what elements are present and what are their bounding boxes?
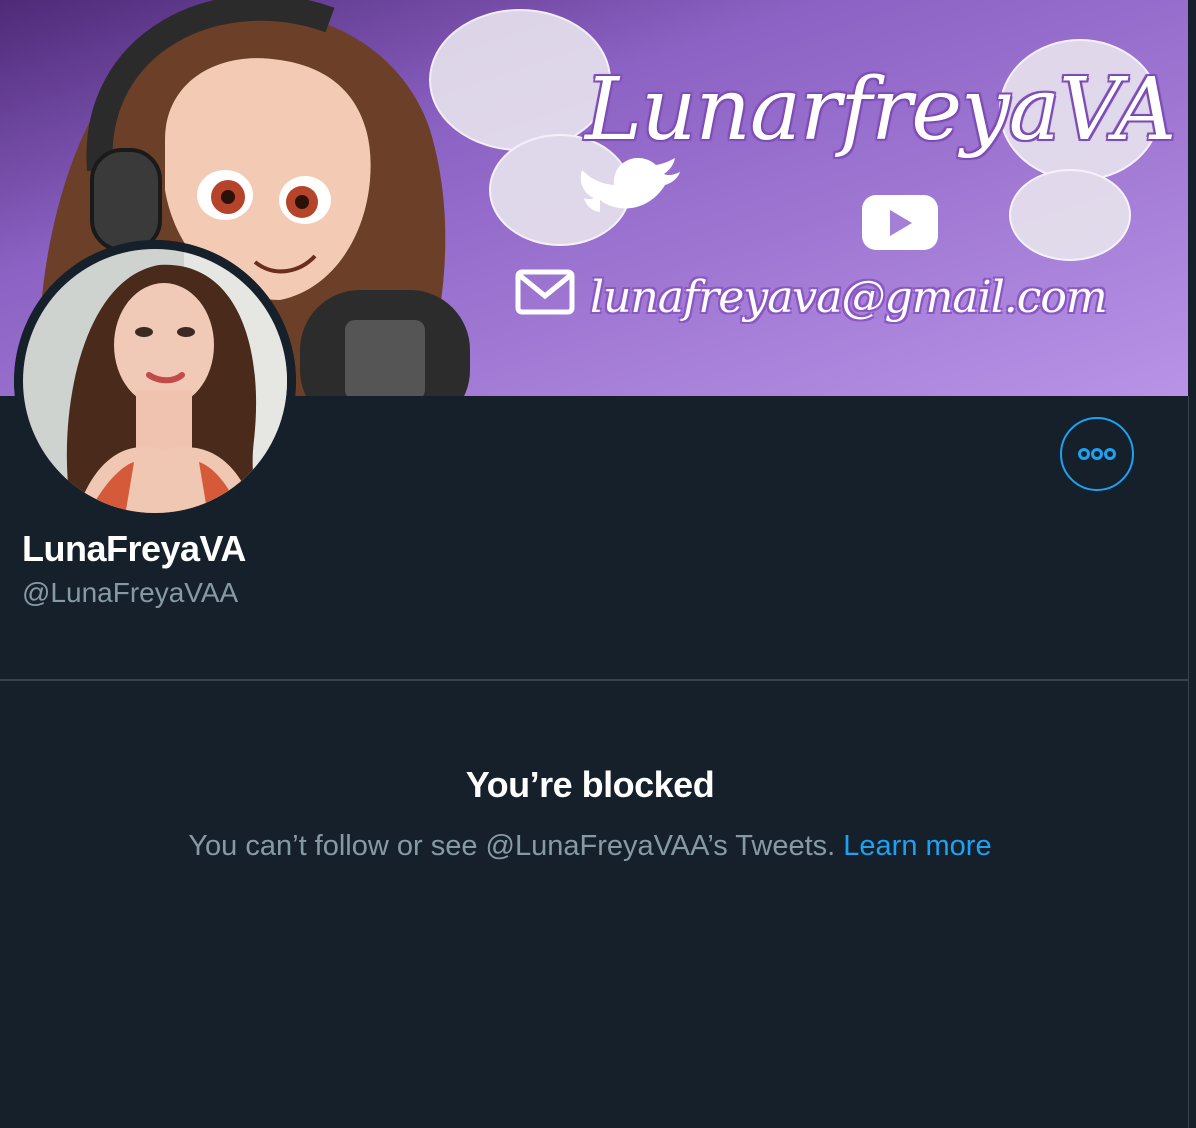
column-border <box>1188 396 1189 1128</box>
banner-title-text: LunarfreyaVA <box>585 60 1176 160</box>
blocked-title: You’re blocked <box>465 764 715 805</box>
blocked-description-text: You can’t follow or see @LunaFreyaVAA’s … <box>188 830 836 862</box>
ellipsis-icon <box>1078 448 1116 460</box>
learn-more-link[interactable]: Learn more <box>843 830 991 862</box>
profile-page: LunarfreyaVA lunafreyava@gmail.com LunaF… <box>0 0 1196 1128</box>
more-options-button[interactable] <box>1060 417 1134 491</box>
blocked-description: You can’t follow or see @LunaFreyaVAA’s … <box>0 830 1180 863</box>
section-divider <box>0 679 1188 681</box>
avatar-photo <box>14 240 296 522</box>
profile-handle: @LunaFreyaVAA <box>22 577 239 608</box>
avatar[interactable] <box>14 240 296 522</box>
profile-display-name: LunaFreyaVA <box>22 528 246 569</box>
banner-email-text: lunafreyava@gmail.com <box>590 272 1108 323</box>
